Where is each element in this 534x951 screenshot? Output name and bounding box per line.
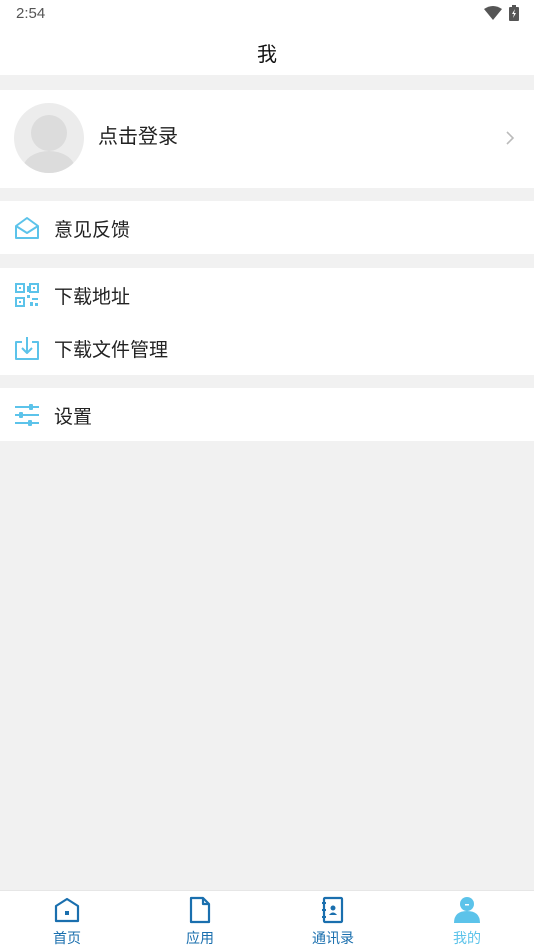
profile-login-row[interactable]: 点击登录 [0, 90, 534, 188]
status-time: 2:54 [16, 5, 46, 22]
nav-label: 通讯录 [312, 931, 354, 947]
status-bar: 2:54 [0, 0, 534, 28]
menu-item-label: 下载文件管理 [54, 339, 169, 361]
qr-code-icon [15, 283, 39, 307]
menu-item-download-manager[interactable]: 下载文件管理 [0, 321, 534, 374]
nav-label: 应用 [186, 931, 214, 947]
menu-item-feedback[interactable]: 意见反馈 [0, 201, 534, 254]
login-text: 点击登录 [98, 124, 178, 148]
menu-item-label: 下载地址 [54, 286, 131, 308]
chevron-right-icon [506, 131, 515, 145]
menu-item-label: 设置 [54, 406, 93, 428]
menu-group-feedback: 意见反馈 [0, 201, 534, 254]
document-icon [189, 896, 211, 924]
avatar-placeholder-icon [14, 103, 84, 173]
page-header: 我 [0, 28, 534, 75]
menu-item-download-address[interactable]: 下载地址 [0, 268, 534, 321]
download-icon [15, 337, 39, 360]
battery-charging-icon [509, 5, 519, 21]
nav-item-mine[interactable]: 我的 [400, 891, 534, 951]
menu-item-label: 意见反馈 [54, 219, 131, 241]
home-icon [54, 897, 80, 923]
mail-open-icon [15, 217, 39, 239]
nav-item-apps[interactable]: 应用 [133, 891, 267, 951]
nav-item-contacts[interactable]: 通讯录 [266, 891, 400, 951]
contacts-icon [322, 896, 344, 924]
user-icon [454, 897, 480, 923]
menu-item-settings[interactable]: 设置 [0, 388, 534, 441]
menu-group-downloads: 下载地址 下载文件管理 [0, 268, 534, 375]
page-title: 我 [257, 42, 277, 66]
wifi-icon [484, 6, 502, 20]
nav-label: 首页 [53, 931, 81, 947]
menu-group-settings: 设置 [0, 388, 534, 441]
bottom-navigation: 首页 应用 通讯录 我的 [0, 890, 534, 951]
nav-label: 我的 [453, 931, 481, 947]
nav-item-home[interactable]: 首页 [0, 891, 134, 951]
sliders-icon [15, 404, 39, 426]
